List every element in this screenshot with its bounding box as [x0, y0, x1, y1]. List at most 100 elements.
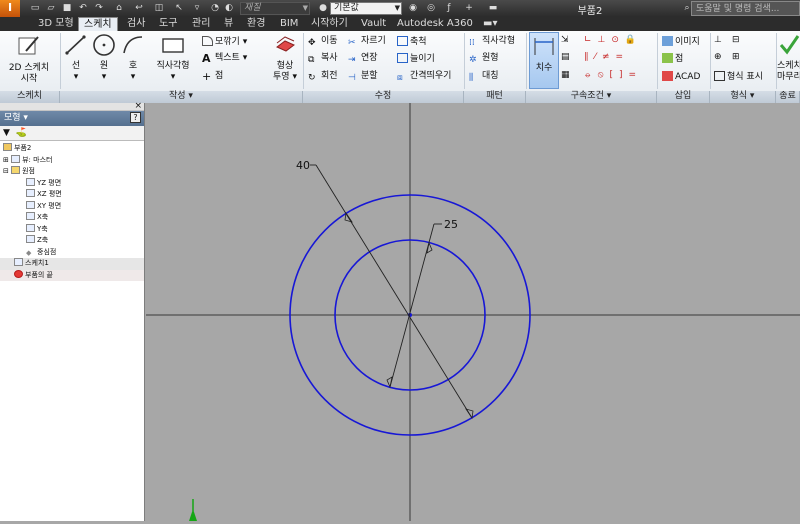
- tree-item-yz-plane[interactable]: YZ 평면: [0, 177, 144, 190]
- panel-title-pattern[interactable]: 패턴: [464, 91, 526, 103]
- app-logo-icon[interactable]: I: [0, 0, 20, 17]
- centerline-icon[interactable]: ⊟: [732, 35, 740, 46]
- measure-icon[interactable]: ◔: [208, 2, 222, 14]
- collapse-icon[interactable]: ⊟: [3, 167, 9, 175]
- construction-icon[interactable]: ⊥: [714, 35, 722, 46]
- finish-sketch-button[interactable]: 스케치 마무리: [777, 33, 800, 83]
- point-button[interactable]: + 점: [202, 71, 223, 82]
- tab-bim[interactable]: BIM: [275, 17, 303, 31]
- center-point-icon[interactable]: ⊕: [714, 52, 722, 63]
- outer-dim-value[interactable]: 40: [296, 159, 310, 172]
- open-file-icon[interactable]: ▱: [44, 2, 58, 14]
- acad-button[interactable]: ACAD: [662, 71, 700, 83]
- tree-item-xz-plane[interactable]: XZ 평면: [0, 189, 144, 201]
- constraint-settings-icon[interactable]: ▦: [561, 70, 570, 81]
- rectangle-button[interactable]: 직사각형 ▾: [150, 33, 196, 83]
- move-button[interactable]: ✥ 이동: [308, 36, 338, 48]
- ribbon-minimize-icon[interactable]: ▬▾: [478, 17, 502, 31]
- qa-customize-icon[interactable]: ▬: [486, 2, 500, 14]
- stretch-button[interactable]: 늘이기: [397, 53, 435, 65]
- circular-pattern-button[interactable]: ✲ 원형: [469, 53, 499, 65]
- line-button[interactable]: 선 ▾: [62, 33, 90, 83]
- browser-grip[interactable]: ×: [0, 101, 144, 111]
- return-icon[interactable]: ↩: [132, 2, 146, 14]
- color-icon[interactable]: ◐: [222, 2, 236, 14]
- rotate-button[interactable]: ↻ 회전: [308, 71, 338, 83]
- new-file-icon[interactable]: ▭: [28, 2, 42, 14]
- help-icon[interactable]: ?: [130, 112, 141, 123]
- filter-icon[interactable]: ▼: [3, 128, 10, 138]
- appearance-combo[interactable]: 기본값 ▼: [330, 2, 402, 15]
- material-combo[interactable]: 재질 ▼: [240, 2, 310, 15]
- text-button[interactable]: A 텍스트 ▾: [202, 53, 247, 64]
- import-points-button[interactable]: 점: [662, 53, 683, 65]
- extend-button[interactable]: ⇥ 연장: [348, 53, 378, 65]
- circle-button[interactable]: 원 ▾: [90, 33, 118, 83]
- tab-get-started[interactable]: 시작하기: [306, 17, 353, 31]
- trim-button[interactable]: ✂ 자르기: [348, 36, 386, 48]
- scale-button[interactable]: 축척: [397, 36, 427, 48]
- find-icon[interactable]: ⛳: [16, 128, 27, 138]
- tree-item-origin[interactable]: ⊟ 원점: [0, 166, 144, 178]
- panel-title-modify[interactable]: 수정: [303, 91, 464, 103]
- panel-title-format[interactable]: 형식 ▾: [710, 91, 776, 103]
- constraint-row-2[interactable]: ∥⁄≠=: [584, 52, 629, 63]
- format-display-button[interactable]: 형식 표시: [714, 71, 763, 83]
- constraint-row-1[interactable]: ∟⊥⊙🔒: [584, 35, 642, 46]
- select-icon[interactable]: ↖: [172, 2, 186, 14]
- sketch-svg[interactable]: 40 25: [146, 103, 800, 521]
- offset-button[interactable]: ⧈ 간격띄우기: [397, 71, 451, 83]
- tab-manage[interactable]: 관리: [187, 17, 215, 31]
- tree-item-xy-plane[interactable]: XY 평면: [0, 200, 144, 213]
- panel-title-constrain[interactable]: 구속조건 ▾: [526, 91, 657, 103]
- constraint-row-3[interactable]: ⦵⦸[]=: [584, 70, 642, 81]
- tab-view[interactable]: 뷰: [219, 17, 238, 31]
- rectangular-pattern-button[interactable]: ⁞⁞ 직사각형: [469, 36, 515, 48]
- tree-item-end-of-part[interactable]: 부품의 끝: [0, 269, 144, 281]
- close-icon[interactable]: ×: [134, 101, 142, 111]
- tree-item-x-axis[interactable]: X축: [0, 212, 144, 224]
- select-mode-icon[interactable]: ▿: [190, 2, 204, 14]
- dimension-button[interactable]: 치수: [529, 32, 559, 89]
- start-2d-sketch-button[interactable]: 2D 스케치 시작: [4, 33, 54, 85]
- show-constraints-icon[interactable]: ▤: [561, 52, 570, 63]
- copy-button[interactable]: ⧉ 복사: [308, 53, 338, 65]
- insert-image-button[interactable]: 이미지: [662, 36, 700, 48]
- panel-title-exit[interactable]: 종료: [776, 91, 800, 103]
- panel-title-sketch[interactable]: 스케치: [0, 91, 60, 103]
- home-icon[interactable]: ⌂: [112, 2, 126, 14]
- save-icon[interactable]: ■: [60, 2, 74, 14]
- tree-item-sketch1[interactable]: 스케치1: [0, 258, 144, 270]
- project-geometry-button[interactable]: 형상 투영 ▾: [268, 33, 302, 83]
- graphics-window[interactable]: 40 25: [146, 103, 800, 521]
- expand-icon[interactable]: ⊞: [3, 156, 9, 164]
- add-icon[interactable]: +: [462, 2, 476, 14]
- tab-tools[interactable]: 도구: [154, 17, 182, 31]
- split-button[interactable]: ⊣ 분할: [348, 71, 378, 83]
- arc-button[interactable]: 호 ▾: [119, 33, 147, 83]
- browser-header[interactable]: 모형 ▾?: [0, 111, 144, 126]
- adjust-icon[interactable]: ◉: [406, 2, 420, 14]
- mirror-button[interactable]: ⫼ 대칭: [469, 71, 499, 83]
- auto-dimension-icon[interactable]: ⇲: [561, 35, 569, 46]
- tree-item-center-point[interactable]: ◆ 중심점: [0, 247, 144, 259]
- tab-3d-model[interactable]: 3D 모형: [33, 17, 79, 31]
- tree-item-view[interactable]: ⊞ 뷰: 마스터: [0, 154, 144, 167]
- update-icon[interactable]: ◫: [152, 2, 166, 14]
- tab-vault[interactable]: Vault: [356, 17, 391, 31]
- tree-item-z-axis[interactable]: Z축: [0, 235, 144, 247]
- clear-override-icon[interactable]: ◎: [424, 2, 438, 14]
- inner-dim-line[interactable]: [389, 223, 435, 388]
- inner-dim-value[interactable]: 25: [444, 218, 458, 231]
- tab-environments[interactable]: 환경: [242, 17, 270, 31]
- fx-icon[interactable]: ƒ: [442, 2, 456, 14]
- tree-item-y-axis[interactable]: Y축: [0, 223, 144, 236]
- panel-title-create[interactable]: 작성 ▾: [60, 91, 303, 103]
- fillet-button[interactable]: 모깎기 ▾: [202, 36, 247, 48]
- redo-icon[interactable]: ↷: [92, 2, 106, 14]
- tab-sketch[interactable]: 스케치: [78, 17, 118, 31]
- tab-a360[interactable]: Autodesk A360: [392, 17, 478, 31]
- undo-icon[interactable]: ↶: [76, 2, 90, 14]
- driven-dimension-icon[interactable]: ⊞: [732, 52, 740, 63]
- tab-inspect[interactable]: 검사: [122, 17, 150, 31]
